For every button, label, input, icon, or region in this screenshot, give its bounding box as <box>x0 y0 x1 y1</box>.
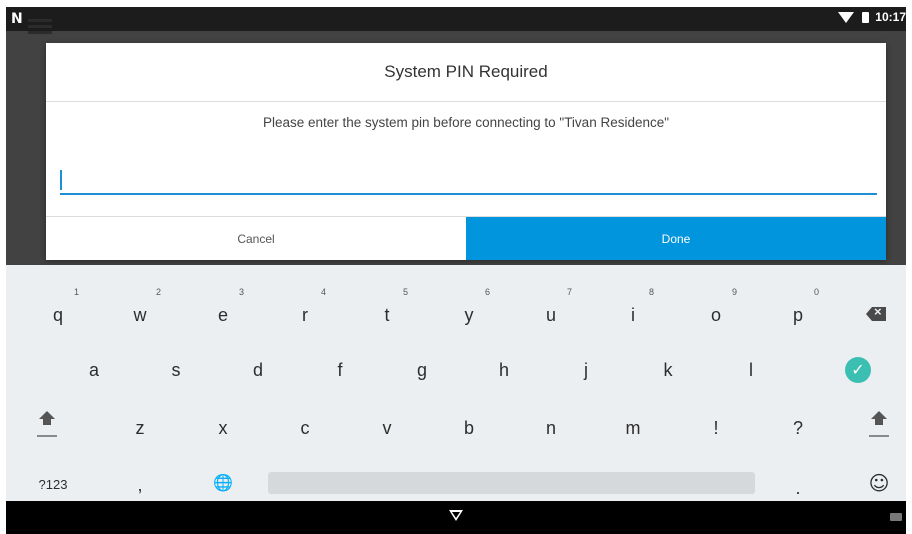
key-b[interactable]: b <box>434 403 504 453</box>
key-d[interactable]: d <box>223 345 293 395</box>
key-t[interactable]: t5 <box>352 287 422 340</box>
key-n[interactable]: n <box>516 403 586 453</box>
key-z[interactable]: z <box>105 403 175 453</box>
status-indicators: 10:17 <box>838 10 906 24</box>
dialog-buttons: Cancel Done <box>46 216 886 260</box>
menu-icon[interactable] <box>28 19 52 37</box>
key-i[interactable]: i8 <box>598 287 668 340</box>
key-a[interactable]: a <box>59 345 129 395</box>
status-bar: N 10:17 <box>6 7 906 34</box>
soft-keyboard: q1 w2 e3 r4 t5 y6 u7 i8 o9 p0 a s d f g … <box>6 265 906 501</box>
key-v[interactable]: v <box>352 403 422 453</box>
key-x[interactable]: x <box>188 403 258 453</box>
key-o[interactable]: o9 <box>681 287 751 340</box>
key-g[interactable]: g <box>387 345 457 395</box>
notification-logo-icon: N <box>11 11 23 27</box>
key-f[interactable]: f <box>305 345 375 395</box>
key-y[interactable]: y6 <box>434 287 504 340</box>
key-k[interactable]: k <box>633 345 703 395</box>
spacebar[interactable] <box>268 472 755 494</box>
key-l[interactable]: l <box>716 345 786 395</box>
cancel-button[interactable]: Cancel <box>46 217 466 260</box>
key-m[interactable]: m <box>598 403 668 453</box>
app-frame: N 10:17 System PIN Required Please enter… <box>6 7 906 534</box>
key-exclamation[interactable]: ! <box>681 403 751 453</box>
key-question[interactable]: ? <box>763 403 833 453</box>
key-r[interactable]: r4 <box>270 287 340 340</box>
key-e[interactable]: e3 <box>188 287 258 340</box>
clock: 10:17 <box>875 10 906 24</box>
battery-icon <box>862 11 870 23</box>
text-cursor <box>60 170 62 190</box>
key-u[interactable]: u7 <box>516 287 586 340</box>
done-button[interactable]: Done <box>466 217 886 260</box>
back-triangle-icon[interactable] <box>449 510 463 521</box>
dialog-message: Please enter the system pin before conne… <box>262 115 670 130</box>
key-s[interactable]: s <box>141 345 211 395</box>
shift-left-icon[interactable] <box>37 411 57 437</box>
key-p[interactable]: p0 <box>763 287 833 340</box>
dialog-title: System PIN Required <box>46 43 886 102</box>
keyboard-icon[interactable] <box>890 513 902 521</box>
pin-dialog: System PIN Required Please enter the sys… <box>46 43 886 260</box>
key-q[interactable]: q1 <box>23 287 93 340</box>
enter-check-icon[interactable]: ✓ <box>845 357 871 383</box>
key-w[interactable]: w2 <box>105 287 175 340</box>
navigation-bar <box>6 501 906 534</box>
shift-right-icon[interactable] <box>869 411 889 437</box>
wifi-icon <box>838 11 855 23</box>
key-h[interactable]: h <box>469 345 539 395</box>
key-c[interactable]: c <box>270 403 340 453</box>
backspace-icon[interactable] <box>866 307 886 321</box>
pin-input[interactable] <box>60 161 877 195</box>
key-j[interactable]: j <box>551 345 621 395</box>
